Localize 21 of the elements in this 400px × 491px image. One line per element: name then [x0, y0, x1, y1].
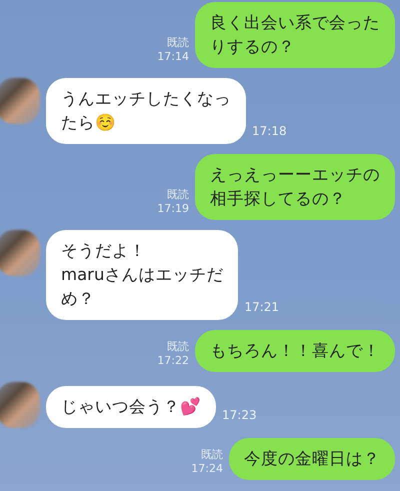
avatar [0, 230, 40, 276]
message-time: 17:21 [244, 300, 280, 316]
message-bubble: 良く出会い系で会った りするの？ [195, 2, 395, 68]
avatar [0, 382, 40, 428]
message-time: 17:24 [191, 462, 223, 476]
message-time: 17:22 [157, 354, 189, 368]
message-bubble: えっえっーーエッチの 相手探してるの？ [195, 154, 395, 220]
message-time: 17:23 [222, 408, 257, 424]
message-bubble: そうだよ！ maruさんはエッチだ め？ [46, 230, 238, 320]
message-time: 17:18 [252, 124, 287, 140]
read-receipt: 既読 [201, 448, 223, 462]
message-bubble: じゃいつ会う？💕 [46, 386, 216, 428]
message-time: 17:14 [157, 50, 189, 64]
message-bubble: 今度の金曜日は？ [229, 438, 395, 480]
read-receipt: 既読 [167, 340, 189, 354]
read-receipt: 既読 [167, 36, 189, 50]
message-bubble: うんエッチしたくなっ たら☺ [46, 78, 246, 144]
message-bubble: もちろん！！喜んで！ [195, 330, 395, 372]
avatar [0, 78, 40, 124]
read-receipt: 既読 [167, 188, 189, 202]
message-time: 17:19 [157, 202, 189, 216]
